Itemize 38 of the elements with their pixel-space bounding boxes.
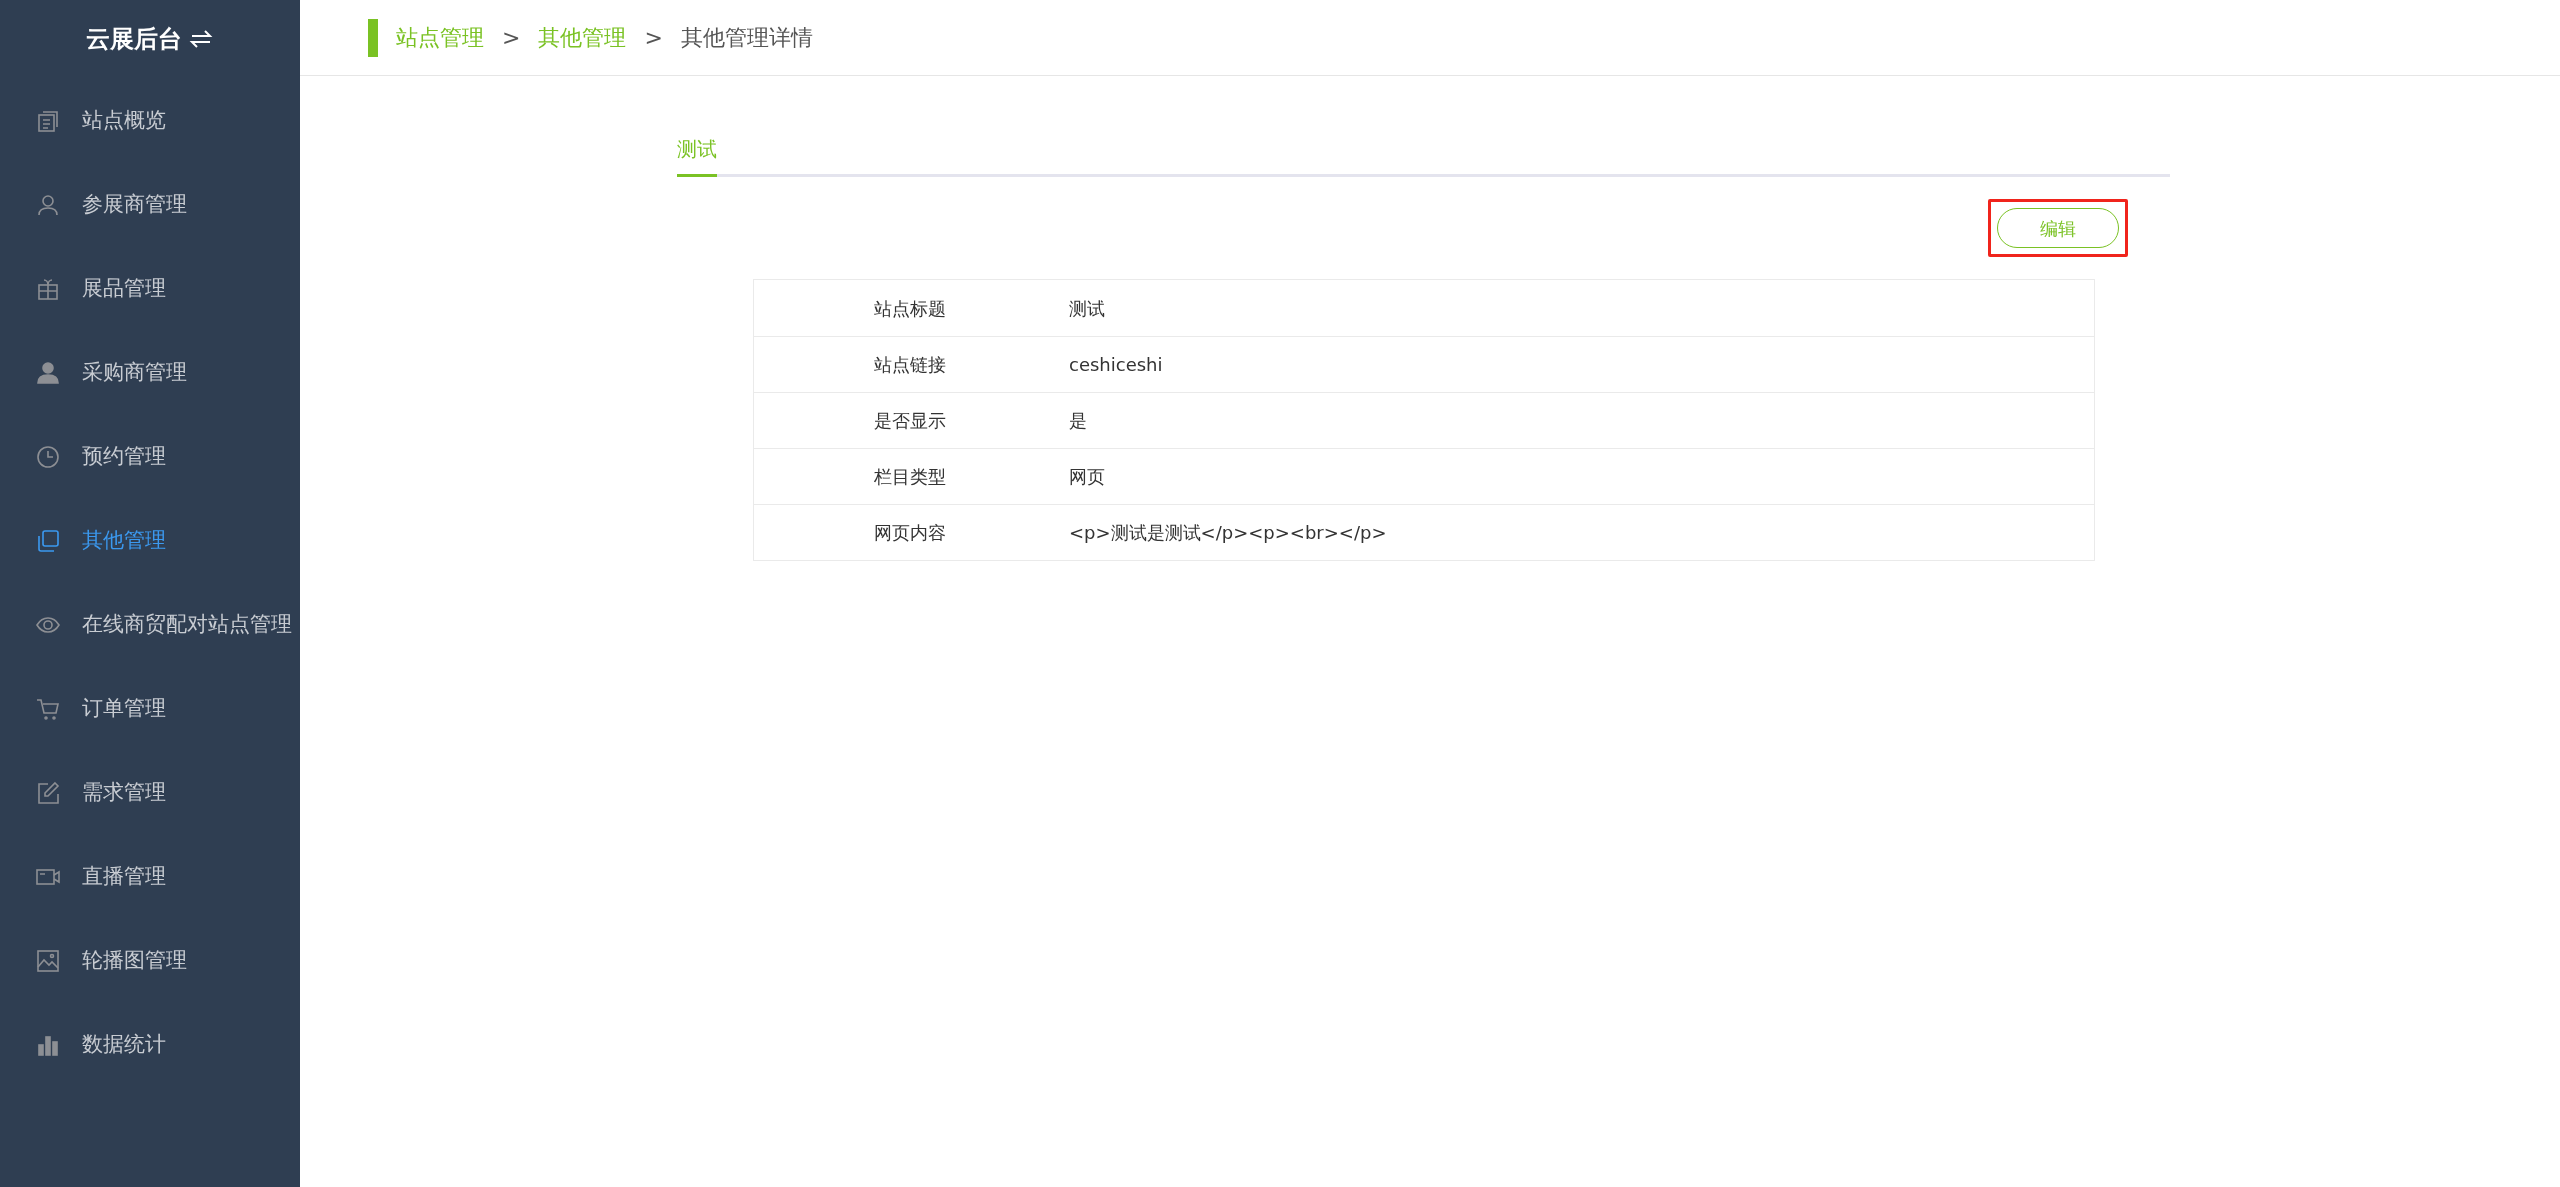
chart-icon xyxy=(36,1033,60,1057)
sidebar-item[interactable]: 订单管理 xyxy=(0,667,300,751)
field-label: 网页内容 xyxy=(873,521,947,545)
clock-icon xyxy=(36,445,60,469)
sidebar-item[interactable]: 参展商管理 xyxy=(0,163,300,247)
field-label: 站点链接 xyxy=(873,353,947,377)
breadcrumb-separator: > xyxy=(644,24,663,52)
field-value: 是 xyxy=(1069,409,1088,433)
sidebar-item[interactable]: 采购商管理 xyxy=(0,331,300,415)
field-value: 网页 xyxy=(1069,465,1106,489)
field-label: 站点标题 xyxy=(873,296,947,321)
sidebar-item[interactable]: 数据统计 xyxy=(0,1003,300,1087)
breadcrumb-current: 其他管理详情 xyxy=(680,24,813,52)
switch-icon[interactable] xyxy=(188,28,214,50)
sidebar-item[interactable]: 预约管理 xyxy=(0,415,300,499)
field-label: 栏目类型 xyxy=(873,465,947,489)
edit-icon xyxy=(36,781,60,805)
sidebar-item[interactable]: 直播管理 xyxy=(0,835,300,919)
sidebar-item[interactable]: 轮播图管理 xyxy=(0,919,300,1003)
sidebar-item[interactable]: 其他管理 xyxy=(0,499,300,583)
app-title: 云展后台 xyxy=(86,24,182,55)
docs-icon xyxy=(36,109,60,133)
copy-icon xyxy=(36,529,60,553)
sidebar-item[interactable]: 需求管理 xyxy=(0,751,300,835)
breadcrumb-separator: > xyxy=(502,24,521,52)
user-icon xyxy=(36,193,60,217)
field-value: ceshiceshi xyxy=(1069,353,1164,377)
sidebar-item[interactable]: 展品管理 xyxy=(0,247,300,331)
sidebar-item[interactable]: 在线商贸配对站点管理 xyxy=(0,583,300,667)
image-icon xyxy=(36,949,60,973)
field-value: <p>测试是测试</p><p><br></p> xyxy=(1069,521,1388,545)
sidebar-item[interactable]: 站点概览 xyxy=(0,79,300,163)
field-value: 测试 xyxy=(1069,296,1106,321)
gift-icon xyxy=(36,277,60,301)
cart-icon xyxy=(36,697,60,721)
accent-bar xyxy=(368,18,378,57)
field-label: 是否显示 xyxy=(873,409,947,433)
user-icon xyxy=(36,361,60,385)
